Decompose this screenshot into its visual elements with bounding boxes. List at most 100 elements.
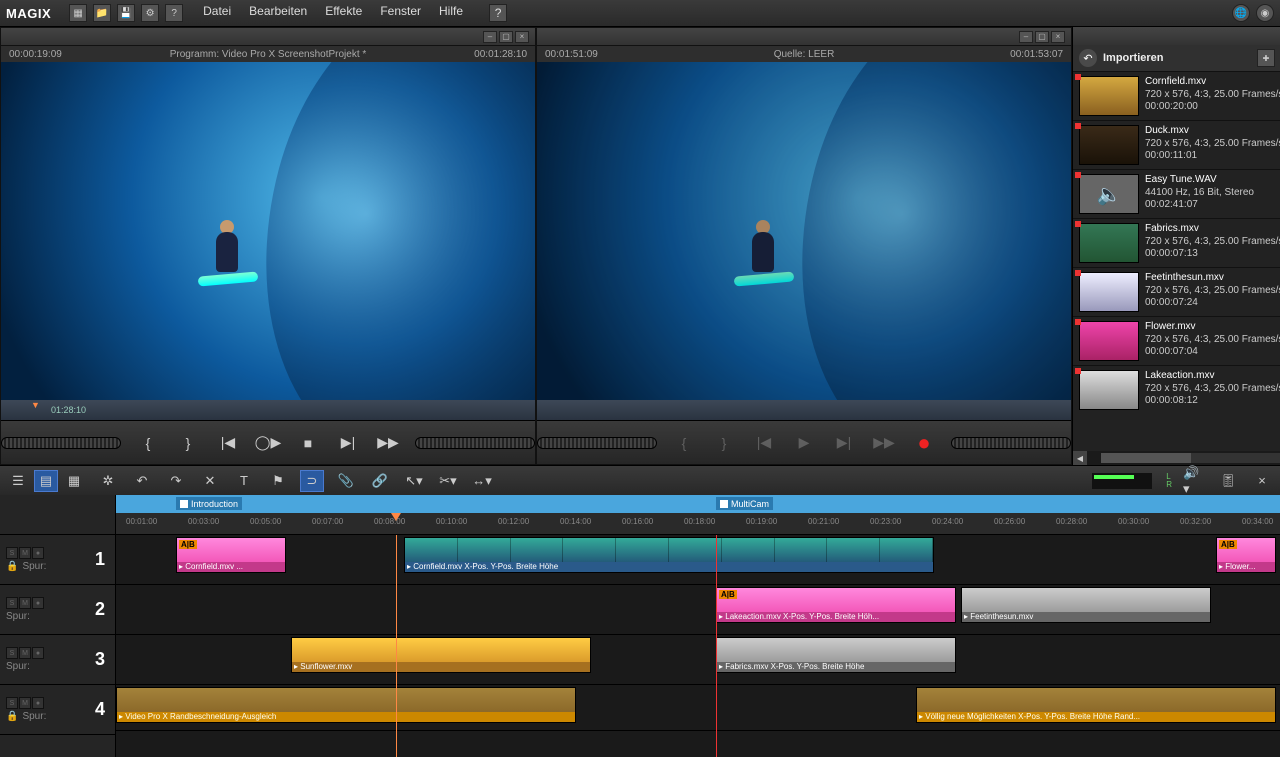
record-icon[interactable]: ● [911, 433, 937, 453]
marker-icon[interactable]: ⚑ [266, 470, 290, 492]
program-timebar[interactable]: ▼ 01:28:10 [1, 400, 535, 420]
view-storyboard-icon[interactable]: ▤ [34, 470, 58, 492]
scroll-left-icon[interactable]: ◀ [1073, 451, 1087, 465]
attach-icon[interactable]: 📎 [334, 470, 358, 492]
add-icon[interactable]: ✚ [1257, 49, 1275, 67]
mixer-icon[interactable]: 🎚 [1216, 470, 1240, 492]
volume-icon[interactable]: 🔊▾ [1182, 470, 1206, 492]
jog-wheel[interactable] [951, 437, 1071, 449]
web-icon[interactable]: 🌐 [1232, 4, 1250, 22]
disc-icon[interactable]: ◉ [1256, 4, 1274, 22]
max-icon[interactable]: ▢ [1035, 31, 1049, 43]
track-4[interactable]: ▸ Video Pro X Randbeschneidung-Ausgleich… [116, 685, 1280, 731]
link-icon[interactable]: 🔗 [368, 470, 392, 492]
context-help-icon[interactable]: ? [489, 4, 507, 22]
media-duration: 00:00:11:01 [1145, 150, 1280, 163]
skip-back-icon[interactable]: |◀ [215, 433, 241, 453]
skip-fwd-icon[interactable]: ▶▶ [375, 433, 401, 453]
marker-multicam[interactable]: MultiCam [716, 497, 773, 510]
media-meta: 44100 Hz, 16 Bit, Stereo [1145, 187, 1254, 200]
marker-bar[interactable]: 01:28:10 Introduction MultiCam [116, 495, 1280, 513]
back-icon[interactable]: ↶ [1079, 49, 1097, 67]
jog-wheel[interactable] [1, 437, 121, 449]
stop-icon[interactable]: ■ [295, 433, 321, 453]
close-icon[interactable]: × [1250, 470, 1274, 492]
view-scene-icon[interactable]: ▦ [62, 470, 86, 492]
close-icon[interactable]: × [515, 31, 529, 43]
reel-icon[interactable]: ✲ [96, 470, 120, 492]
in-point-icon[interactable]: { [135, 433, 161, 453]
time-ruler[interactable]: 00:01:0000:03:0000:05:0000:07:0000:08:00… [116, 513, 1280, 535]
settings-icon[interactable]: ⚙ [141, 4, 159, 22]
track-head[interactable]: SM● Spur: 3 [0, 635, 115, 685]
min-icon[interactable]: – [1019, 31, 1033, 43]
help-icon[interactable]: ? [165, 4, 183, 22]
title-icon[interactable]: T [232, 470, 256, 492]
select-tool-icon[interactable]: ↖▾ [402, 470, 426, 492]
clip[interactable]: A|B▸ Lakeaction.mxv X-Pos. Y-Pos. Breite… [716, 587, 956, 623]
tracks[interactable]: A|B▸ Cornfield.mxv ... ▸ Cornfield.mxv X-… [116, 535, 1280, 757]
media-item[interactable]: Feetinthesun.mxv 720 x 576, 4:3, 25.00 F… [1073, 267, 1280, 316]
track-2[interactable]: A|B▸ Lakeaction.mxv X-Pos. Y-Pos. Breite… [116, 585, 1280, 635]
delete-icon[interactable]: ✕ [198, 470, 222, 492]
new-icon[interactable]: ▦ [69, 4, 87, 22]
step-icon[interactable]: ▶| [335, 433, 361, 453]
source-timebar[interactable] [537, 400, 1071, 420]
media-item[interactable]: Flower.mxv 720 x 576, 4:3, 25.00 Frames/… [1073, 316, 1280, 365]
clip-label: ▸ Völlig neue Möglichkeiten X-Pos. Y-Pos… [917, 712, 1275, 722]
media-item[interactable]: Cornfield.mxv 720 x 576, 4:3, 25.00 Fram… [1073, 71, 1280, 120]
playhead[interactable] [396, 535, 397, 757]
track-head[interactable]: SM● 🔒Spur: 1 [0, 535, 115, 585]
in-point-icon[interactable]: { [671, 433, 697, 453]
step-icon[interactable]: ▶| [831, 433, 857, 453]
jog-wheel[interactable] [415, 437, 535, 449]
media-duration: 00:02:41:07 [1145, 199, 1254, 212]
track-head[interactable]: SM● Spur: 2 [0, 585, 115, 635]
media-list[interactable]: Cornfield.mxv 720 x 576, 4:3, 25.00 Fram… [1073, 71, 1280, 451]
clip[interactable]: ▸ Fabrics.mxv X-Pos. Y-Pos. Breite Höhe [716, 637, 956, 673]
track-head[interactable]: SM● 🔒Spur: 4 [0, 685, 115, 735]
media-item[interactable]: 🔈 Easy Tune.WAV 44100 Hz, 16 Bit, Stereo… [1073, 169, 1280, 218]
play-icon[interactable]: ▶ [791, 433, 817, 453]
track-1[interactable]: A|B▸ Cornfield.mxv ... ▸ Cornfield.mxv X-… [116, 535, 1280, 585]
media-item[interactable]: Fabrics.mxv 720 x 576, 4:3, 25.00 Frames… [1073, 218, 1280, 267]
min-icon[interactable]: – [483, 31, 497, 43]
clip[interactable]: ▸ Cornfield.mxv X-Pos. Y-Pos. Breite Höh… [404, 537, 934, 573]
clip[interactable]: ▸ Völlig neue Möglichkeiten X-Pos. Y-Pos… [916, 687, 1276, 723]
razor-tool-icon[interactable]: ✂▾ [436, 470, 460, 492]
menu-bearbeiten[interactable]: Bearbeiten [249, 4, 307, 22]
marker-introduction[interactable]: Introduction [176, 497, 242, 510]
menu-effekte[interactable]: Effekte [325, 4, 362, 22]
media-item[interactable]: Duck.mxv 720 x 576, 4:3, 25.00 Frames/s … [1073, 120, 1280, 169]
jog-wheel[interactable] [537, 437, 657, 449]
h-scrollbar[interactable] [1101, 453, 1280, 463]
max-icon[interactable]: ▢ [499, 31, 513, 43]
track-3[interactable]: ▸ Sunflower.mxv ▸ Fabrics.mxv X-Pos. Y-Po… [116, 635, 1280, 685]
source-video[interactable] [537, 62, 1071, 400]
playhead-secondary[interactable] [716, 535, 717, 757]
close-icon[interactable]: × [1051, 31, 1065, 43]
clip[interactable]: ▸ Video Pro X Randbeschneidung-Ausgleich [116, 687, 576, 723]
out-point-icon[interactable]: } [175, 433, 201, 453]
clip[interactable]: A|B▸ Flower... [1216, 537, 1276, 573]
clip[interactable]: ▸ Sunflower.mxv [291, 637, 591, 673]
view-timeline-icon[interactable]: ☰ [6, 470, 30, 492]
save-icon[interactable]: 💾 [117, 4, 135, 22]
redo-icon[interactable]: ↷ [164, 470, 188, 492]
app-logo: MAGIX [6, 6, 51, 21]
clip[interactable]: ▸ Feetinthesun.mxv [961, 587, 1211, 623]
skip-fwd-icon[interactable]: ▶▶ [871, 433, 897, 453]
out-point-icon[interactable]: } [711, 433, 737, 453]
move-tool-icon[interactable]: ↔▾ [470, 470, 494, 492]
menu-fenster[interactable]: Fenster [380, 4, 421, 22]
program-video[interactable] [1, 62, 535, 400]
media-item[interactable]: Lakeaction.mxv 720 x 576, 4:3, 25.00 Fra… [1073, 365, 1280, 414]
undo-icon[interactable]: ↶ [130, 470, 154, 492]
play-icon[interactable]: ◯▶ [255, 433, 281, 453]
menu-datei[interactable]: Datei [203, 4, 231, 22]
skip-back-icon[interactable]: |◀ [751, 433, 777, 453]
clip[interactable]: A|B▸ Cornfield.mxv ... [176, 537, 286, 573]
open-icon[interactable]: 📁 [93, 4, 111, 22]
snap-icon[interactable]: ⊃ [300, 470, 324, 492]
menu-hilfe[interactable]: Hilfe [439, 4, 463, 22]
